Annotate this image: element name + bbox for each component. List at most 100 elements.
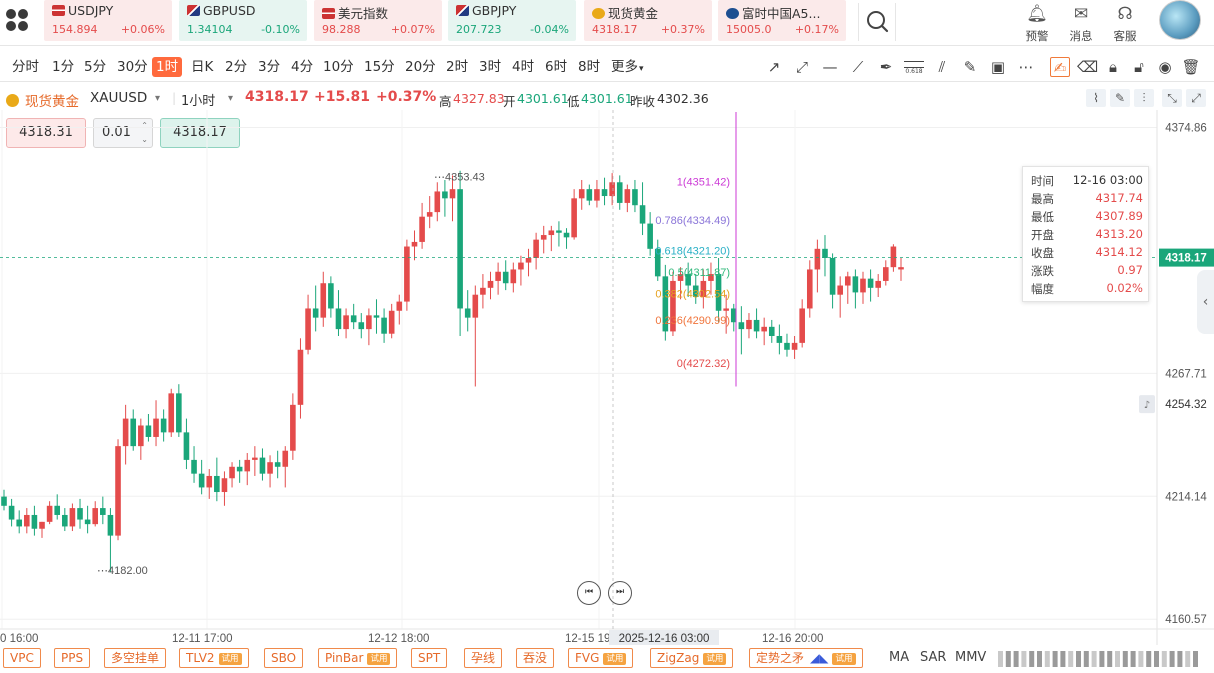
candle[interactable] bbox=[746, 313, 752, 339]
candle[interactable] bbox=[168, 388, 175, 437]
candle[interactable] bbox=[24, 508, 30, 534]
indicator-button[interactable]: VPC bbox=[3, 648, 41, 668]
indicator-button[interactable]: 孕线 bbox=[464, 648, 503, 668]
candle[interactable] bbox=[791, 336, 798, 359]
candle[interactable] bbox=[130, 409, 137, 451]
symbol-code[interactable]: XAUUSD bbox=[90, 90, 147, 106]
candle[interactable] bbox=[495, 262, 501, 295]
indicator-button[interactable]: 定势之矛 ◢◣ 试用 bbox=[749, 648, 863, 668]
candle[interactable] bbox=[457, 170, 463, 337]
top-action-button[interactable]: ✉ 消息 bbox=[1061, 3, 1101, 43]
interval-select[interactable]: 1小时 bbox=[181, 90, 215, 109]
symbol-name[interactable]: 现货黄金 bbox=[25, 90, 79, 110]
ticker-card[interactable]: 现货黄金 4318.17 +0.37% bbox=[584, 0, 712, 41]
candle[interactable] bbox=[84, 505, 91, 534]
timeframe-tab[interactable]: 4分 bbox=[289, 57, 315, 77]
timeframe-tab[interactable]: 20分 bbox=[403, 57, 438, 77]
indicator-button[interactable]: PinBar 试用 bbox=[318, 648, 398, 668]
candle[interactable] bbox=[548, 225, 555, 252]
candle[interactable] bbox=[69, 503, 76, 532]
candle[interactable] bbox=[46, 501, 53, 525]
indicator-button[interactable]: FVG 试用 bbox=[568, 648, 634, 668]
candle[interactable] bbox=[898, 257, 904, 281]
candle[interactable] bbox=[472, 285, 479, 387]
candle[interactable] bbox=[92, 501, 99, 527]
candle[interactable] bbox=[259, 448, 266, 481]
candle[interactable] bbox=[799, 299, 805, 348]
candle[interactable] bbox=[373, 299, 380, 334]
candle[interactable] bbox=[274, 450, 281, 479]
ticker-card[interactable]: GBPJPY 207.723 -0.04% bbox=[448, 0, 576, 41]
candle[interactable] bbox=[556, 221, 562, 247]
timeframe-tab[interactable]: 10分 bbox=[321, 57, 356, 77]
indicator-button[interactable]: 吞没 bbox=[516, 648, 555, 668]
candle[interactable] bbox=[191, 446, 197, 483]
candle[interactable] bbox=[145, 414, 152, 442]
candle[interactable] bbox=[267, 455, 273, 488]
candle[interactable] bbox=[312, 285, 319, 332]
ticker-card[interactable]: USDJPY 154.894 +0.06% bbox=[44, 0, 172, 41]
indicator-scroll-strip[interactable] bbox=[998, 651, 1200, 667]
chevron-down-icon[interactable]: ▾ bbox=[228, 93, 233, 104]
candle[interactable] bbox=[639, 182, 646, 236]
timeframe-tab[interactable]: 分时 bbox=[10, 57, 41, 77]
top-action-button[interactable]: ☊ 客服 bbox=[1105, 3, 1145, 43]
candle[interactable] bbox=[829, 253, 836, 309]
candle[interactable] bbox=[404, 239, 410, 311]
candle[interactable] bbox=[875, 274, 881, 297]
candle[interactable] bbox=[54, 494, 61, 520]
candle[interactable] bbox=[153, 400, 159, 447]
candle[interactable] bbox=[852, 269, 859, 309]
candle[interactable] bbox=[122, 404, 129, 465]
candle[interactable] bbox=[525, 248, 532, 277]
timeframe-tab[interactable]: 5分 bbox=[82, 57, 108, 77]
candle[interactable] bbox=[236, 459, 243, 483]
candle[interactable] bbox=[39, 521, 45, 538]
alert-price-label[interactable]: 4254.32 bbox=[1165, 399, 1207, 411]
pen-icon[interactable]: ✒ bbox=[876, 57, 896, 77]
candle[interactable] bbox=[335, 290, 342, 337]
ray-line-icon[interactable]: ↗ bbox=[764, 57, 784, 77]
candle[interactable] bbox=[563, 228, 570, 249]
candle[interactable] bbox=[860, 271, 866, 304]
indicator-icon[interactable]: ⌇ bbox=[1086, 89, 1106, 107]
trash-icon[interactable]: 🗑︎ bbox=[1181, 57, 1201, 77]
candle[interactable] bbox=[616, 175, 623, 210]
candle[interactable] bbox=[662, 264, 669, 341]
candle[interactable] bbox=[411, 230, 418, 261]
indicator-button[interactable]: SBO bbox=[264, 648, 304, 668]
more-tools-icon[interactable]: ⋯ bbox=[1016, 57, 1036, 77]
candle[interactable] bbox=[366, 308, 372, 346]
candle[interactable] bbox=[198, 459, 205, 495]
candle[interactable] bbox=[138, 418, 144, 460]
candle[interactable] bbox=[396, 294, 403, 325]
candle[interactable] bbox=[510, 262, 517, 293]
timeframe-tab[interactable]: 15分 bbox=[362, 57, 397, 77]
candle[interactable] bbox=[434, 182, 441, 222]
timeframe-tab[interactable]: 1时 bbox=[152, 57, 183, 77]
timeframe-tab[interactable]: 更多▾ bbox=[609, 57, 646, 77]
candle[interactable] bbox=[320, 271, 327, 327]
candle[interactable] bbox=[350, 303, 357, 330]
timeframe-tab[interactable]: 2分 bbox=[223, 57, 249, 77]
candle[interactable] bbox=[160, 409, 167, 442]
timeframe-tab[interactable]: 日K bbox=[189, 57, 215, 77]
candle[interactable] bbox=[768, 319, 775, 343]
candle[interactable] bbox=[624, 184, 631, 213]
candle[interactable] bbox=[487, 271, 494, 300]
candle[interactable] bbox=[586, 184, 593, 206]
candle[interactable] bbox=[388, 303, 395, 339]
candle[interactable] bbox=[31, 505, 38, 536]
candle[interactable] bbox=[176, 384, 182, 437]
candle[interactable] bbox=[244, 453, 251, 486]
indicator-button[interactable]: SPT bbox=[411, 648, 448, 668]
unlock-icon[interactable]: 🔓︎ bbox=[1129, 57, 1149, 77]
candle[interactable] bbox=[381, 308, 387, 343]
indicator-button[interactable]: 多空挂单 bbox=[104, 648, 167, 668]
candle[interactable] bbox=[305, 294, 311, 355]
candle[interactable] bbox=[784, 333, 790, 357]
candle[interactable] bbox=[647, 212, 653, 256]
ticker-card[interactable]: GBPUSD 1.34104 -0.10% bbox=[179, 0, 307, 41]
timeframe-tab[interactable]: 3分 bbox=[256, 57, 282, 77]
candle[interactable] bbox=[282, 446, 289, 488]
